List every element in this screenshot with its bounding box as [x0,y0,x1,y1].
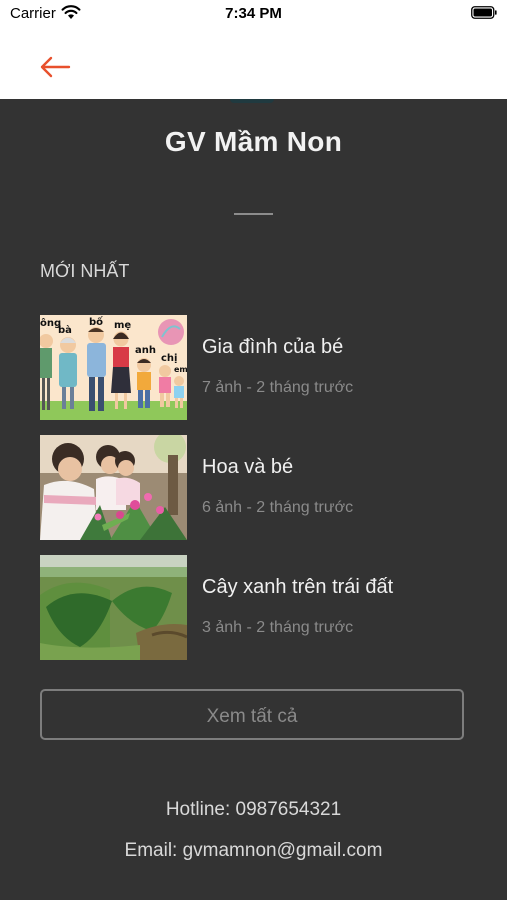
album-name: Hoa và bé [202,456,294,478]
album-item-flowers[interactable]: Hoa và bé 6 ảnh - 2 tháng trước [40,435,467,540]
thumb-label-ba: bà [58,324,72,336]
see-all-button[interactable]: Xem tất cả [40,689,464,740]
thumb-label-chi: chị [161,353,177,364]
arrow-left-icon [40,56,71,78]
album-thumbnail [40,435,187,540]
album-name: Gia đình của bé [202,336,344,358]
album-meta: 3 ảnh - 2 tháng trước [202,619,354,636]
thumb-label-me: mẹ [114,320,131,331]
section-heading: MỚI NHẤT [40,261,130,281]
album-item-trees[interactable]: Cây xanh trên trái đất 3 ảnh - 2 tháng t… [40,555,467,660]
title-divider [234,213,273,215]
thumb-label-em: em [174,365,187,374]
thumb-label-anh: anh [135,345,156,356]
thumb-label-bo: bố [89,315,103,328]
hotline-text: Hotline: 0987654321 [165,799,342,820]
back-button[interactable] [32,50,76,84]
album-meta: 7 ảnh - 2 tháng trước [202,379,354,396]
status-time: 7:34 PM [225,5,282,22]
album-thumbnail: ông bà bố mẹ anh chị em [40,315,187,420]
navigation-bar [0,30,507,99]
page-title: GV Mầm Non [164,126,343,157]
album-meta: 6 ảnh - 2 tháng trước [202,499,354,516]
status-bar: Carrier 7:34 PM [0,0,507,30]
avatar [230,99,274,103]
album-item-family[interactable]: ông bà bố mẹ anh chị em Gia đình của bé … [40,315,467,420]
battery-icon [471,6,497,19]
email-text: Email: gvmamnon@gmail.com [124,840,383,861]
album-thumbnail [40,555,187,660]
album-name: Cây xanh trên trái đất [202,576,394,598]
